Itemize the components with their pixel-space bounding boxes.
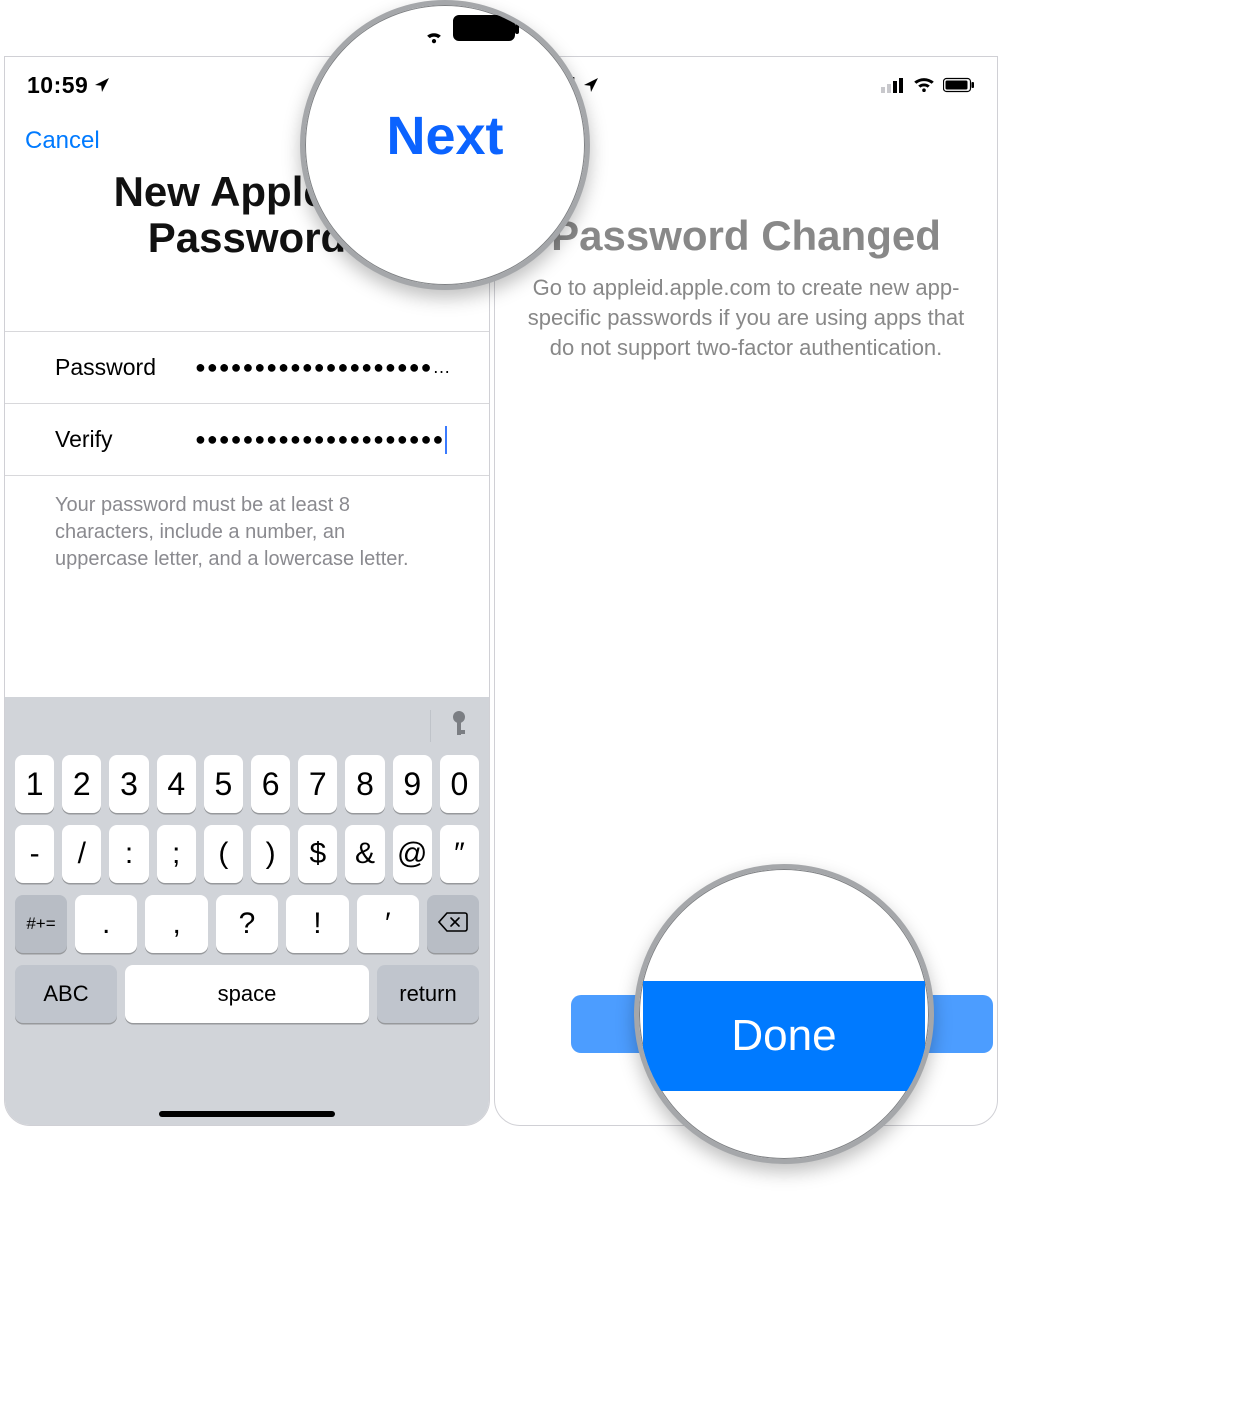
password-field[interactable]: ●●●●●●●●●●●●●●●●●●●●… [195, 357, 453, 378]
key-colon[interactable]: : [109, 825, 148, 883]
key-return[interactable]: return [377, 965, 479, 1023]
text-cursor [445, 426, 447, 454]
key-7[interactable]: 7 [298, 755, 337, 813]
key-abc[interactable]: ABC [15, 965, 117, 1023]
key-0[interactable]: 0 [440, 755, 479, 813]
password-label: Password [55, 354, 195, 381]
key-dollar[interactable]: $ [298, 825, 337, 883]
magnifier-done-body: Done [639, 869, 929, 1159]
key-at[interactable]: @ [393, 825, 432, 883]
battery-icon [943, 77, 975, 93]
keyboard-topbar [15, 697, 479, 755]
wifi-icon [421, 25, 447, 50]
key-question[interactable]: ? [216, 895, 278, 953]
key-doublequote[interactable]: ″ [440, 825, 479, 883]
verify-field[interactable]: ●●●●●●●●●●●●●●●●●●●●● [195, 426, 453, 454]
done-button-label: Done [731, 1011, 836, 1061]
key-8[interactable]: 8 [345, 755, 384, 813]
cancel-button[interactable]: Cancel [25, 127, 100, 155]
key-2[interactable]: 2 [62, 755, 101, 813]
password-row[interactable]: Password ●●●●●●●●●●●●●●●●●●●●… [5, 332, 489, 404]
keyboard-row-2: - / : ; ( ) $ & @ ″ [15, 825, 479, 883]
key-3[interactable]: 3 [109, 755, 148, 813]
key-paren-open[interactable]: ( [204, 825, 243, 883]
key-1[interactable]: 1 [15, 755, 54, 813]
home-indicator[interactable] [159, 1111, 335, 1117]
key-symbols-switch[interactable]: #+= [15, 895, 67, 953]
keyboard-row-3: #+= . , ? ! ′ [15, 895, 479, 953]
key-semicolon[interactable]: ; [157, 825, 196, 883]
password-hint: Your password must be at least 8 charact… [5, 476, 489, 573]
status-time-text: 10:59 [27, 72, 88, 99]
key-dash[interactable]: - [15, 825, 54, 883]
keyboard[interactable]: 1 2 3 4 5 6 7 8 9 0 - / : ; ( ) $ & @ ″ … [5, 697, 489, 1125]
keyboard-row-4: ABC space return [15, 965, 479, 1023]
key-paren-close[interactable]: ) [251, 825, 290, 883]
wifi-icon [913, 77, 935, 93]
key-9[interactable]: 9 [393, 755, 432, 813]
password-form: Password ●●●●●●●●●●●●●●●●●●●●… Verify ●●… [5, 331, 489, 476]
battery-icon [453, 15, 515, 41]
status-time: 10:59 [27, 72, 110, 99]
backspace-icon [438, 907, 468, 941]
next-button[interactable]: Next [386, 105, 503, 167]
magnifier-next: Next [300, 0, 590, 290]
magnifier-done: Done [634, 864, 934, 1164]
verify-row[interactable]: Verify ●●●●●●●●●●●●●●●●●●●●● [5, 404, 489, 476]
key-4[interactable]: 4 [157, 755, 196, 813]
key-5[interactable]: 5 [204, 755, 243, 813]
cellular-signal-icon [881, 77, 905, 93]
keyboard-top-divider [430, 710, 431, 742]
key-ampersand[interactable]: & [345, 825, 384, 883]
done-button[interactable]: Done [643, 981, 925, 1091]
key-apostrophe[interactable]: ′ [357, 895, 419, 953]
key-6[interactable]: 6 [251, 755, 290, 813]
magnifier-next-body: Next [305, 5, 585, 285]
location-arrow-icon [94, 72, 110, 99]
verify-value-text: ●●●●●●●●●●●●●●●●●●●●● [195, 429, 444, 449]
keyboard-row-1: 1 2 3 4 5 6 7 8 9 0 [15, 755, 479, 813]
key-comma[interactable]: , [145, 895, 207, 953]
key-exclaim[interactable]: ! [286, 895, 348, 953]
key-slash[interactable]: / [62, 825, 101, 883]
status-icons [881, 77, 975, 93]
passwords-key-icon[interactable] [449, 710, 469, 743]
location-arrow-icon [583, 72, 599, 99]
key-period[interactable]: . [75, 895, 137, 953]
verify-label: Verify [55, 426, 195, 453]
key-space[interactable]: space [125, 965, 369, 1023]
key-backspace[interactable] [427, 895, 479, 953]
